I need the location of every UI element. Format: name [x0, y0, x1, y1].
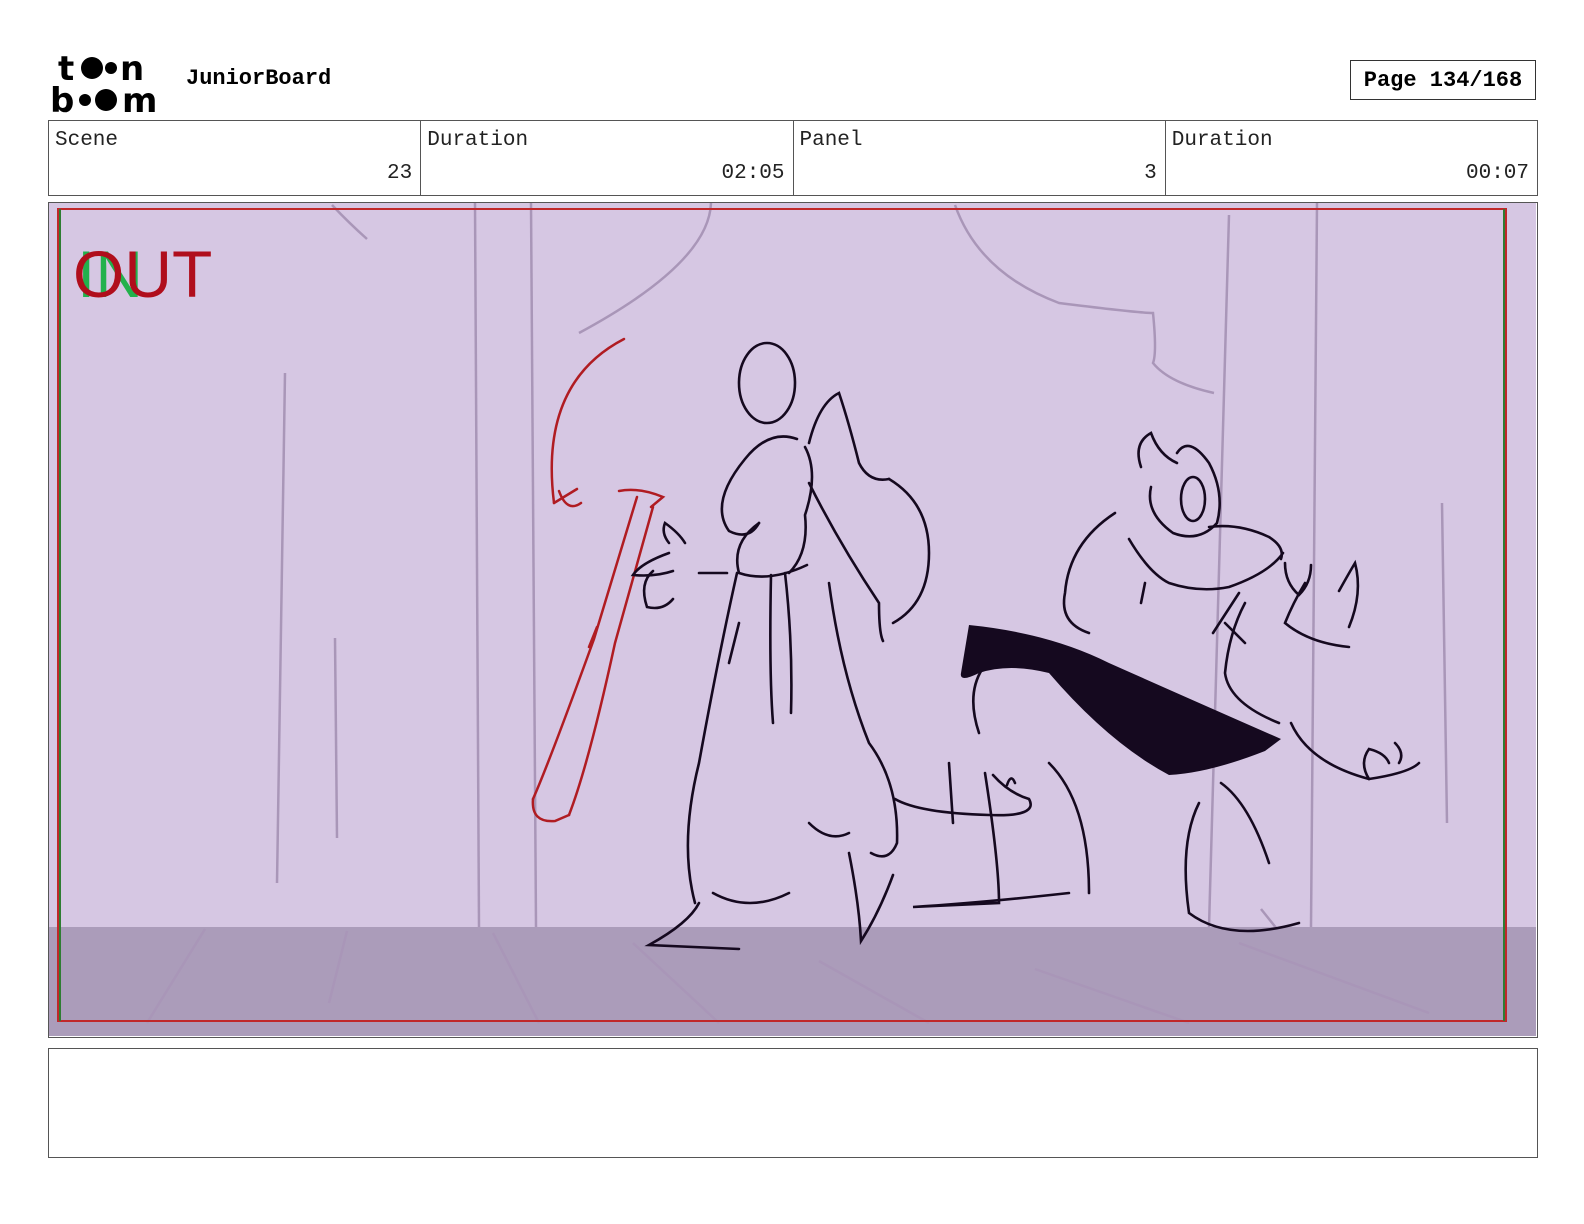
scene-info-row: Scene 23 Duration 02:05 Panel 3 Duration… [48, 120, 1538, 196]
panel-value: 3 [1144, 162, 1157, 185]
panel-cell: Panel 3 [794, 121, 1166, 195]
storyboard-panel[interactable]: IN OUT [48, 202, 1538, 1038]
app-title: JuniorBoard [186, 66, 332, 91]
panel-floor [49, 927, 1536, 1036]
svg-text:m: m [122, 81, 157, 114]
scene-value: 23 [387, 162, 413, 185]
panel-label: Panel [799, 129, 863, 152]
panel-notes-box[interactable] [48, 1048, 1538, 1158]
toon-boom-logo: t n b m [50, 50, 157, 114]
scene-duration-value: 02:05 [721, 162, 785, 185]
page-indicator: Page 134/168 [1350, 60, 1536, 100]
panel-duration-cell: Duration 00:07 [1166, 121, 1537, 195]
scene-duration-label: Duration [427, 129, 529, 152]
out-marker: OUT [73, 237, 212, 311]
scene-duration-cell: Duration 02:05 [421, 121, 794, 195]
scene-label: Scene [55, 129, 119, 152]
scene-cell: Scene 23 [49, 121, 422, 195]
panel-drawing: IN OUT [49, 203, 1536, 1036]
svg-text:b: b [50, 81, 74, 114]
panel-duration-value: 00:07 [1465, 162, 1529, 185]
panel-duration-label: Duration [1171, 129, 1273, 152]
